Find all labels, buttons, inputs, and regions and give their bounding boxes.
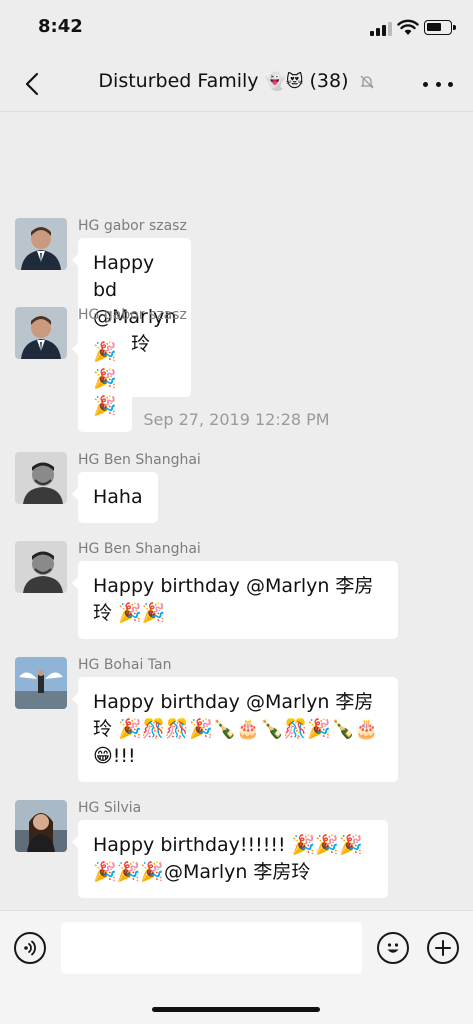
add-button[interactable] — [427, 932, 459, 964]
message-bubble[interactable]: Happy birthday @Marlyn 李房玲 🎉🎉 — [72, 561, 398, 639]
voice-icon — [24, 940, 36, 956]
sender-name: HG Silvia — [78, 800, 142, 816]
status-bar: 8:42 — [0, 0, 473, 56]
avatar[interactable] — [15, 218, 67, 270]
voice-button[interactable] — [14, 932, 46, 964]
sender-name: HG Ben Shanghai — [78, 541, 201, 557]
message-timestamp: Sep 27, 2019 12:28 PM — [143, 410, 330, 429]
message-bubble[interactable]: Happy birthday @Marlyn 李房玲 🎉🎊🎊🎉🍾🎂🍾🎊🎉🍾🎂😁!… — [72, 677, 398, 782]
avatar[interactable] — [15, 657, 67, 709]
add-icon — [435, 940, 451, 956]
status-time: 8:42 — [38, 16, 83, 37]
wifi-icon — [397, 19, 419, 35]
chat-title-emoji: 👻😻 — [264, 72, 304, 92]
mute-bell-icon — [360, 75, 374, 88]
more-button[interactable] — [423, 72, 453, 96]
emoji-button[interactable] — [377, 932, 409, 964]
chat-title: Disturbed Family 👻😻 (38) — [0, 70, 473, 92]
message-bubble[interactable]: Haha — [72, 472, 158, 523]
avatar[interactable] — [15, 541, 67, 593]
message-input[interactable] — [61, 922, 362, 974]
avatar[interactable] — [15, 307, 67, 359]
message-bubble[interactable]: Happy birthday!!!!!! 🎉🎉🎉🎉🎉🎉@Marlyn 李房玲 — [72, 820, 388, 898]
home-indicator[interactable] — [152, 1007, 320, 1012]
sender-name: HG gabor szasz — [78, 307, 187, 323]
emoji-icon — [387, 943, 399, 953]
chat-title-text: Disturbed Family — [98, 70, 259, 92]
sender-name: HG Ben Shanghai — [78, 452, 201, 468]
more-icon — [423, 81, 428, 87]
avatar[interactable] — [15, 452, 67, 504]
input-bar — [0, 910, 473, 1024]
nav-bar: Disturbed Family 👻😻 (38) — [0, 56, 473, 112]
sender-name: HG gabor szasz — [78, 218, 187, 234]
member-count: (38) — [309, 70, 349, 92]
avatar[interactable] — [15, 800, 67, 852]
sender-name: HG Bohai Tan — [78, 657, 172, 673]
battery-icon — [424, 20, 456, 35]
cellular-signal-icon — [370, 22, 392, 36]
